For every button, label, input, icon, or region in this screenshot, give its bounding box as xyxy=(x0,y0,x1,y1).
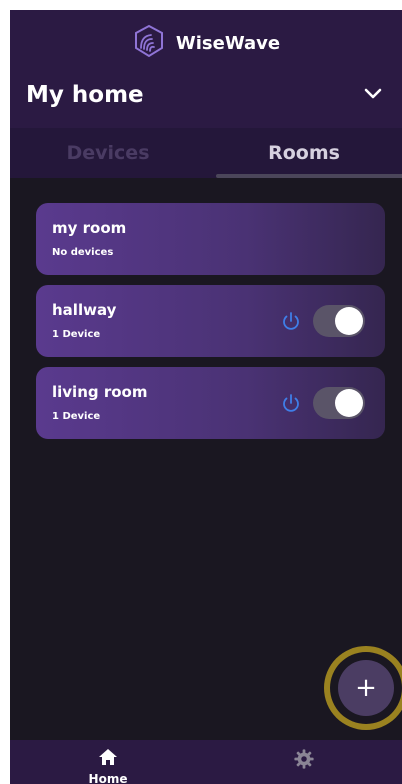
toggle-knob xyxy=(335,389,363,417)
tab-devices[interactable]: Devices xyxy=(10,128,206,178)
active-tab-indicator xyxy=(216,174,402,178)
bottom-nav: Home xyxy=(10,740,402,784)
room-device-count: 1 Device xyxy=(52,411,101,422)
wisewave-logo-icon xyxy=(132,24,166,63)
room-toggle[interactable] xyxy=(313,387,365,419)
tab-bar: Devices Rooms xyxy=(10,128,402,178)
chevron-down-icon[interactable] xyxy=(362,82,384,108)
add-room-button[interactable]: + xyxy=(338,660,394,716)
home-selector[interactable]: My home xyxy=(10,74,402,116)
room-name: hallway xyxy=(52,301,117,319)
nav-home-label: Home xyxy=(88,772,128,784)
nav-settings[interactable] xyxy=(206,740,402,784)
app-name: WiseWave xyxy=(175,33,281,54)
home-title: My home xyxy=(26,82,144,108)
nav-home[interactable]: Home xyxy=(10,740,206,784)
room-device-count: No devices xyxy=(52,247,114,258)
room-device-count: 1 Device xyxy=(52,329,101,340)
room-name: living room xyxy=(52,383,148,401)
power-icon[interactable] xyxy=(280,310,302,332)
app-screen: WiseWave My home Devices Rooms my room N… xyxy=(10,10,402,784)
room-list: my room No devices hallway 1 Device livi… xyxy=(36,203,385,449)
room-card-living-room[interactable]: living room 1 Device xyxy=(36,367,385,439)
brand: WiseWave xyxy=(10,24,402,63)
plus-icon: + xyxy=(355,673,377,703)
room-card-hallway[interactable]: hallway 1 Device xyxy=(36,285,385,357)
room-toggle[interactable] xyxy=(313,305,365,337)
top-bar: WiseWave My home xyxy=(10,10,402,128)
room-name: my room xyxy=(52,219,127,237)
tab-rooms[interactable]: Rooms xyxy=(206,128,402,178)
home-icon xyxy=(98,748,118,770)
power-icon[interactable] xyxy=(280,392,302,414)
room-card-my-room[interactable]: my room No devices xyxy=(36,203,385,275)
gear-icon xyxy=(293,748,315,774)
toggle-knob xyxy=(335,307,363,335)
